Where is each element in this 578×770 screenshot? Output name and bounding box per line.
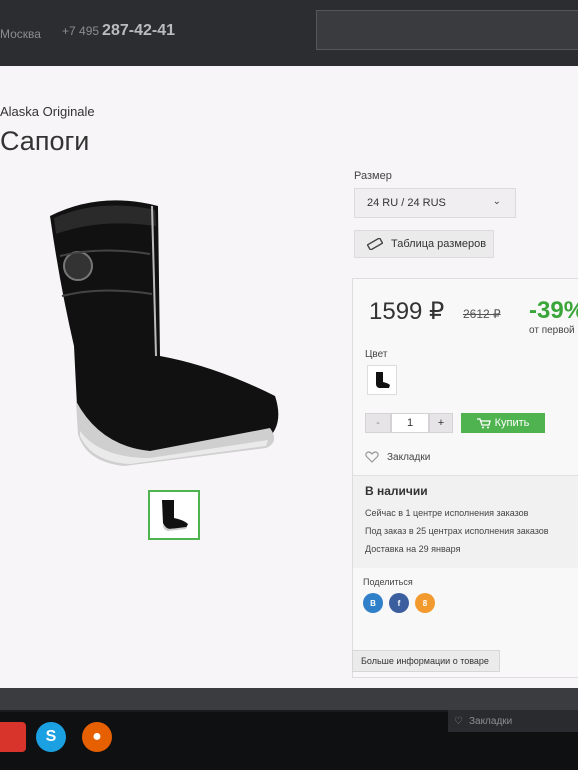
skype-icon[interactable]: S [36, 722, 66, 752]
color-label: Цвет [365, 349, 388, 360]
bookmarks-bar-label: Закладки [468, 715, 513, 727]
start-icon[interactable] [0, 722, 26, 752]
product-thumbnail[interactable] [148, 490, 200, 540]
share-buttons: B f 8 [363, 593, 435, 613]
site-header: Москва +7 495 287-42-41 [0, 0, 578, 66]
quantity-plus-button[interactable]: + [429, 413, 453, 433]
bookmarks-label: Закладки [387, 451, 431, 463]
quantity-input[interactable]: 1 [391, 413, 429, 433]
city-selector[interactable]: Москва [0, 27, 41, 41]
odnoklassniki-share-icon[interactable]: 8 [415, 593, 435, 613]
purchase-panel: 1599 ₽ 2612 ₽ -39% от первой Цвет - 1 + … [352, 278, 578, 678]
availability-title: В наличии [365, 484, 428, 498]
product-image[interactable] [40, 196, 290, 471]
price: 1599 ₽ [369, 298, 445, 325]
availability-block: В наличии Сейчас в 1 центре исполнения з… [353, 475, 578, 568]
heart-icon: ♡ [454, 715, 463, 727]
size-label: Размер [354, 170, 392, 182]
delivery-date: Доставка на 29 января [365, 544, 461, 554]
search-input[interactable] [316, 10, 578, 50]
chevron-down-icon: ⌄ [492, 196, 501, 207]
ruler-icon [367, 238, 383, 250]
product-page: Alaska Originale Сапоги Размер 24 RU / 2… [0, 66, 578, 688]
heart-icon [365, 451, 379, 463]
quantity-stepper: - 1 + [365, 413, 453, 433]
cart-icon [476, 417, 491, 428]
vk-share-icon[interactable]: B [363, 593, 383, 613]
quantity-minus-button[interactable]: - [365, 413, 391, 433]
old-price: 2612 ₽ [463, 307, 501, 321]
add-to-bookmarks[interactable]: Закладки [365, 451, 430, 463]
size-table-label: Таблица размеров [391, 238, 487, 250]
buy-button[interactable]: Купить [461, 413, 545, 433]
page-title: Сапоги [0, 126, 90, 156]
more-info-button[interactable]: Больше информации о товаре [352, 650, 500, 672]
size-select-value: 24 RU / 24 RUS [367, 197, 446, 209]
facebook-share-icon[interactable]: f [389, 593, 409, 613]
buy-button-label: Купить [494, 417, 530, 429]
firefox-icon[interactable]: ● [82, 722, 112, 752]
product-brand[interactable]: Alaska Originale [0, 104, 95, 119]
discount-note: от первой [529, 325, 575, 336]
size-table-button[interactable]: Таблица размеров [354, 230, 494, 258]
availability-line: Под заказ в 25 центрах исполнения заказо… [365, 526, 549, 536]
bookmarks-bar[interactable]: ♡ Закладки [448, 710, 578, 732]
discount-badge: -39% [529, 297, 578, 324]
availability-line: Сейчас в 1 центре исполнения заказов [365, 508, 529, 518]
color-swatch[interactable] [367, 365, 397, 395]
size-select[interactable]: 24 RU / 24 RUS ⌄ [354, 188, 516, 218]
share-label: Поделиться [363, 577, 413, 587]
phone-number: +7 495 287-42-41 [62, 22, 175, 40]
phone-prefix: +7 495 [62, 24, 100, 38]
page-footer-strip [0, 688, 578, 710]
phone-digits: 287-42-41 [102, 22, 175, 39]
